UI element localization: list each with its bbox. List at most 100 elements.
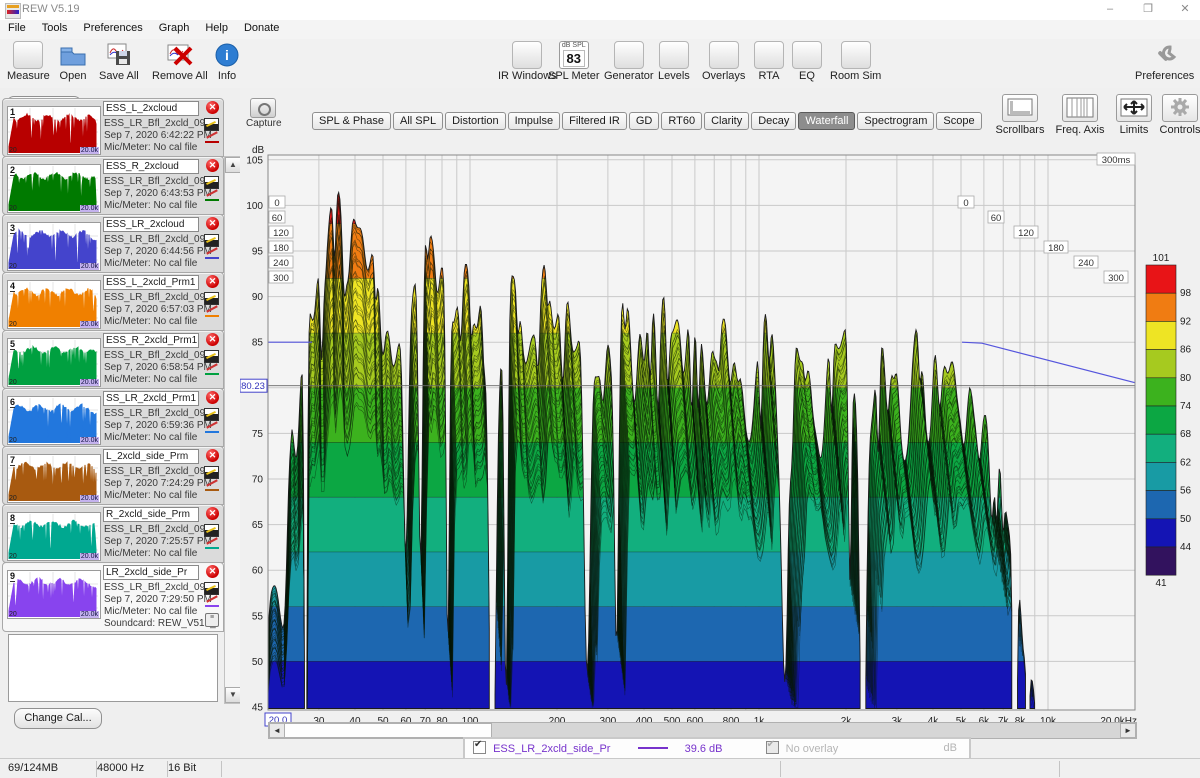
tool-rta[interactable]: RTA (754, 41, 784, 82)
minimize-button[interactable]: – (1095, 0, 1125, 19)
scroll-left-icon[interactable]: ◄ (269, 723, 285, 738)
measurement-name-input[interactable]: ESS_R_2xcld_Prm1 (103, 333, 199, 348)
tab-spectrogram[interactable]: Spectrogram (857, 112, 934, 130)
remove-measurement-icon[interactable]: ✕ (206, 333, 219, 346)
measurement-entry-1[interactable]: 12020.0kESS_L_2xcloudESS_LR_Bfl_2xcld_09… (2, 98, 224, 157)
trace-settings-icon[interactable] (204, 466, 219, 479)
soundcard-cal-icon[interactable]: ≡ (205, 613, 219, 627)
measurement-entry-7[interactable]: 72020.0kL_2xcld_side_PrmESS_LR_Bfl_2xcld… (2, 446, 224, 505)
remove-measurement-icon[interactable]: ✕ (206, 217, 219, 230)
measurement-notes-box[interactable] (8, 634, 218, 702)
trace-settings-icon[interactable] (204, 118, 219, 131)
tab-spl-phase[interactable]: SPL & Phase (312, 112, 391, 130)
measurement-thumbnail[interactable]: 62020.0k (7, 396, 101, 445)
menu-donate[interactable]: Donate (236, 20, 287, 36)
remove-measurement-icon[interactable]: ✕ (206, 275, 219, 288)
tab-clarity[interactable]: Clarity (704, 112, 749, 130)
trace-settings-icon[interactable] (204, 582, 219, 595)
tool-room-sim[interactable]: Room Sim (830, 41, 881, 82)
trace-color-pen-icon[interactable] (205, 539, 219, 549)
trace-color-pen-icon[interactable] (205, 597, 219, 607)
tab-decay[interactable]: Decay (751, 112, 796, 130)
measurement-thumbnail[interactable]: 52020.0k (7, 338, 101, 387)
tab-all-spl[interactable]: All SPL (393, 112, 443, 130)
tool-preferences[interactable]: Preferences (1135, 41, 1194, 82)
remove-measurement-icon[interactable]: ✕ (206, 449, 219, 462)
tab-distortion[interactable]: Distortion (445, 112, 505, 130)
measurement-thumbnail[interactable]: 72020.0k (7, 454, 101, 503)
measurement-name-input[interactable]: SS_LR_2xcld_Prm1 (103, 391, 199, 406)
trace-settings-icon[interactable] (204, 350, 219, 363)
scroll-up-icon[interactable]: ▲ (225, 157, 241, 173)
tool-info[interactable]: iInfo (212, 41, 242, 82)
tool-generator[interactable]: Generator (604, 41, 654, 82)
tab-scope[interactable]: Scope (936, 112, 981, 130)
tool-levels[interactable]: Levels (658, 41, 690, 82)
trace-settings-icon[interactable] (204, 234, 219, 247)
measurement-entry-5[interactable]: 52020.0kESS_R_2xcld_Prm1ESS_LR_Bfl_2xcld… (2, 330, 224, 389)
frequency-scrollbar-thumb[interactable] (284, 723, 492, 738)
menu-preferences[interactable]: Preferences (75, 20, 150, 36)
trace-settings-icon[interactable] (204, 176, 219, 189)
tab-waterfall[interactable]: Waterfall (798, 112, 855, 130)
measurement-thumbnail[interactable]: 22020.0k (7, 164, 101, 213)
tab-gd[interactable]: GD (629, 112, 660, 130)
menu-file[interactable]: File (0, 20, 34, 36)
measurement-entry-8[interactable]: 82020.0kR_2xcld_side_PrmESS_LR_Bfl_2xcld… (2, 504, 224, 563)
menu-tools[interactable]: Tools (34, 20, 76, 36)
tool-open[interactable]: Open (58, 41, 88, 82)
maximize-button[interactable]: ❐ (1133, 0, 1163, 19)
tool-remove-all[interactable]: Remove All (152, 41, 208, 82)
measurement-entry-9[interactable]: 92020.0kLR_2xcld_side_PrESS_LR_Bfl_2xcld… (2, 562, 224, 632)
change-cal-button[interactable]: Change Cal... (14, 708, 102, 729)
capture-button[interactable]: Capture (246, 98, 280, 129)
measurement-thumbnail[interactable]: 12020.0k (7, 106, 101, 155)
trace-color-pen-icon[interactable] (205, 133, 219, 143)
measurement-name-input[interactable]: R_2xcld_side_Prm (103, 507, 199, 522)
scroll-down-icon[interactable]: ▼ (225, 687, 241, 703)
remove-measurement-icon[interactable]: ✕ (206, 565, 219, 578)
trace-settings-icon[interactable] (204, 524, 219, 537)
trace-visible-checkbox[interactable] (473, 741, 486, 754)
measurement-thumbnail[interactable]: 32020.0k (7, 222, 101, 271)
tool-eq[interactable]: EQEQ (792, 41, 822, 82)
measurement-name-input[interactable]: LR_2xcld_side_Pr (103, 565, 199, 580)
trace-color-pen-icon[interactable] (205, 191, 219, 201)
trace-color-pen-icon[interactable] (205, 481, 219, 491)
trace-color-pen-icon[interactable] (205, 365, 219, 375)
measurement-entry-6[interactable]: 62020.0kSS_LR_2xcld_Prm1ESS_LR_Bfl_2xcld… (2, 388, 224, 447)
measurement-name-input[interactable]: ESS_R_2xcloud (103, 159, 199, 174)
graph-button-controls[interactable]: Controls (1148, 94, 1200, 136)
measurement-thumbnail[interactable]: 42020.0k (7, 280, 101, 329)
tool-measure[interactable]: Measure (7, 41, 50, 82)
trace-settings-icon[interactable] (204, 408, 219, 421)
trace-settings-icon[interactable] (204, 292, 219, 305)
measurement-thumbnail[interactable]: 92020.0k (7, 570, 101, 619)
trace-color-pen-icon[interactable] (205, 307, 219, 317)
measurement-entry-4[interactable]: 42020.0kESS_L_2xcld_Prm1ESS_LR_Bfl_2xcld… (2, 272, 224, 331)
measurement-name-input[interactable]: ESS_LR_2xcloud (103, 217, 199, 232)
menu-help[interactable]: Help (197, 20, 236, 36)
menu-graph[interactable]: Graph (151, 20, 198, 36)
tab-impulse[interactable]: Impulse (508, 112, 561, 130)
measurement-name-input[interactable]: ESS_L_2xcld_Prm1 (103, 275, 199, 290)
tool-spl-meter[interactable]: dB SPL83SPL Meter (548, 41, 600, 82)
tool-save-all[interactable]: Save All (99, 41, 139, 82)
close-button[interactable]: ✕ (1170, 0, 1200, 19)
trace-color-pen-icon[interactable] (205, 423, 219, 433)
measurement-name-input[interactable]: ESS_L_2xcloud (103, 101, 199, 116)
remove-measurement-icon[interactable]: ✕ (206, 507, 219, 520)
measurement-name-input[interactable]: L_2xcld_side_Prm (103, 449, 199, 464)
measurement-entry-3[interactable]: 32020.0kESS_LR_2xcloudESS_LR_Bfl_2xcld_0… (2, 214, 224, 273)
remove-measurement-icon[interactable]: ✕ (206, 391, 219, 404)
overlay-checkbox[interactable] (766, 741, 779, 754)
graph-button-scrollbars[interactable]: Scrollbars (988, 94, 1052, 136)
tab-filtered-ir[interactable]: Filtered IR (562, 112, 627, 130)
tab-rt60[interactable]: RT60 (661, 112, 702, 130)
remove-measurement-icon[interactable]: ✕ (206, 101, 219, 114)
scroll-right-icon[interactable]: ► (1120, 723, 1136, 738)
tool-overlays[interactable]: Overlays (702, 41, 745, 82)
waterfall-plot[interactable]: 105100959085807570656055504580.233040506… (240, 140, 1200, 740)
measurement-thumbnail[interactable]: 82020.0k (7, 512, 101, 561)
trace-color-pen-icon[interactable] (205, 249, 219, 259)
